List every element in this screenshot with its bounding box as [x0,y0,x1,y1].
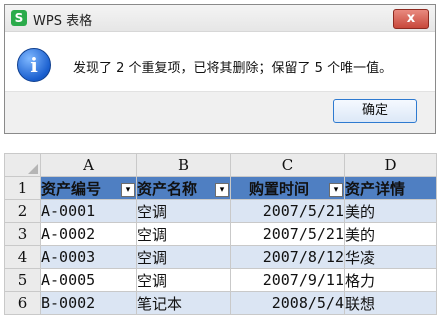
cell-d4[interactable]: 华凌 [344,245,437,269]
filter-dropdown-icon[interactable]: ▾ [329,183,343,197]
cell-a6[interactable]: B-0002 [40,291,137,315]
column-header-a[interactable]: A [40,153,137,177]
cell-c3[interactable]: 2007/5/21 [230,222,345,246]
cell-d5[interactable]: 格力 [344,268,437,292]
cell-a5[interactable]: A-0005 [40,268,137,292]
cell-c5[interactable]: 2007/9/11 [230,268,345,292]
cell-b4[interactable]: 空调 [136,245,231,269]
cell-c2[interactable]: 2007/5/21 [230,199,345,223]
column-header-b[interactable]: B [136,153,231,177]
cell-c6[interactable]: 2008/5/4 [230,291,345,315]
cell-d3[interactable]: 美的 [344,222,437,246]
filter-dropdown-icon[interactable]: ▾ [215,183,229,197]
row-header-1[interactable]: 1 [4,176,41,200]
header-cell-asset-details[interactable]: 资产详情 [344,176,437,200]
header-label: 购置时间 [249,179,310,198]
cell-a3[interactable]: A-0002 [40,222,137,246]
header-label: 资产编号 [41,179,102,198]
cell-a4[interactable]: A-0003 [40,245,137,269]
filter-dropdown-icon[interactable]: ▾ [121,183,135,197]
ok-button[interactable]: 确定 [333,99,417,123]
column-header-c[interactable]: C [230,153,345,177]
wps-app-icon: S [11,10,27,26]
row-header-6[interactable]: 6 [4,291,41,315]
spreadsheet-grid: A B C D 1 资产编号 ▾ 资产名称 ▾ 购置时间 ▾ 资产详情 2 A-000… [4,153,437,315]
cell-b6[interactable]: 笔记本 [136,291,231,315]
header-cell-asset-name[interactable]: 资产名称 ▾ [136,176,231,200]
cell-b2[interactable]: 空调 [136,199,231,223]
dialog-message: 发现了 2 个重复项，已将其删除；保留了 5 个唯一值。 [73,61,393,76]
cell-d2[interactable]: 美的 [344,199,437,223]
info-icon: i [17,48,51,82]
cell-b3[interactable]: 空调 [136,222,231,246]
cell-d6[interactable]: 联想 [344,291,437,315]
message-area: i 发现了 2 个重复项，已将其删除；保留了 5 个唯一值。 [5,32,435,93]
remove-duplicates-dialog: S WPS 表格 x i 发现了 2 个重复项，已将其删除；保留了 5 个唯一值… [4,4,436,134]
dialog-titlebar[interactable]: S WPS 表格 x [5,5,435,32]
dialog-title: WPS 表格 [33,14,93,29]
column-header-d[interactable]: D [344,153,437,177]
header-label: 资产名称 [137,179,198,198]
dialog-button-area: 确定 [5,91,435,133]
header-label: 资产详情 [345,179,406,198]
header-cell-purchase-date[interactable]: 购置时间 ▾ [230,176,345,200]
cell-c4[interactable]: 2007/8/12 [230,245,345,269]
select-all-triangle-icon [28,164,38,174]
cell-a2[interactable]: A-0001 [40,199,137,223]
header-cell-asset-id[interactable]: 资产编号 ▾ [40,176,137,200]
close-button[interactable]: x [393,9,429,29]
cell-b5[interactable]: 空调 [136,268,231,292]
select-all-corner[interactable] [4,153,41,177]
row-header-5[interactable]: 5 [4,268,41,292]
row-header-4[interactable]: 4 [4,245,41,269]
row-header-3[interactable]: 3 [4,222,41,246]
row-header-2[interactable]: 2 [4,199,41,223]
